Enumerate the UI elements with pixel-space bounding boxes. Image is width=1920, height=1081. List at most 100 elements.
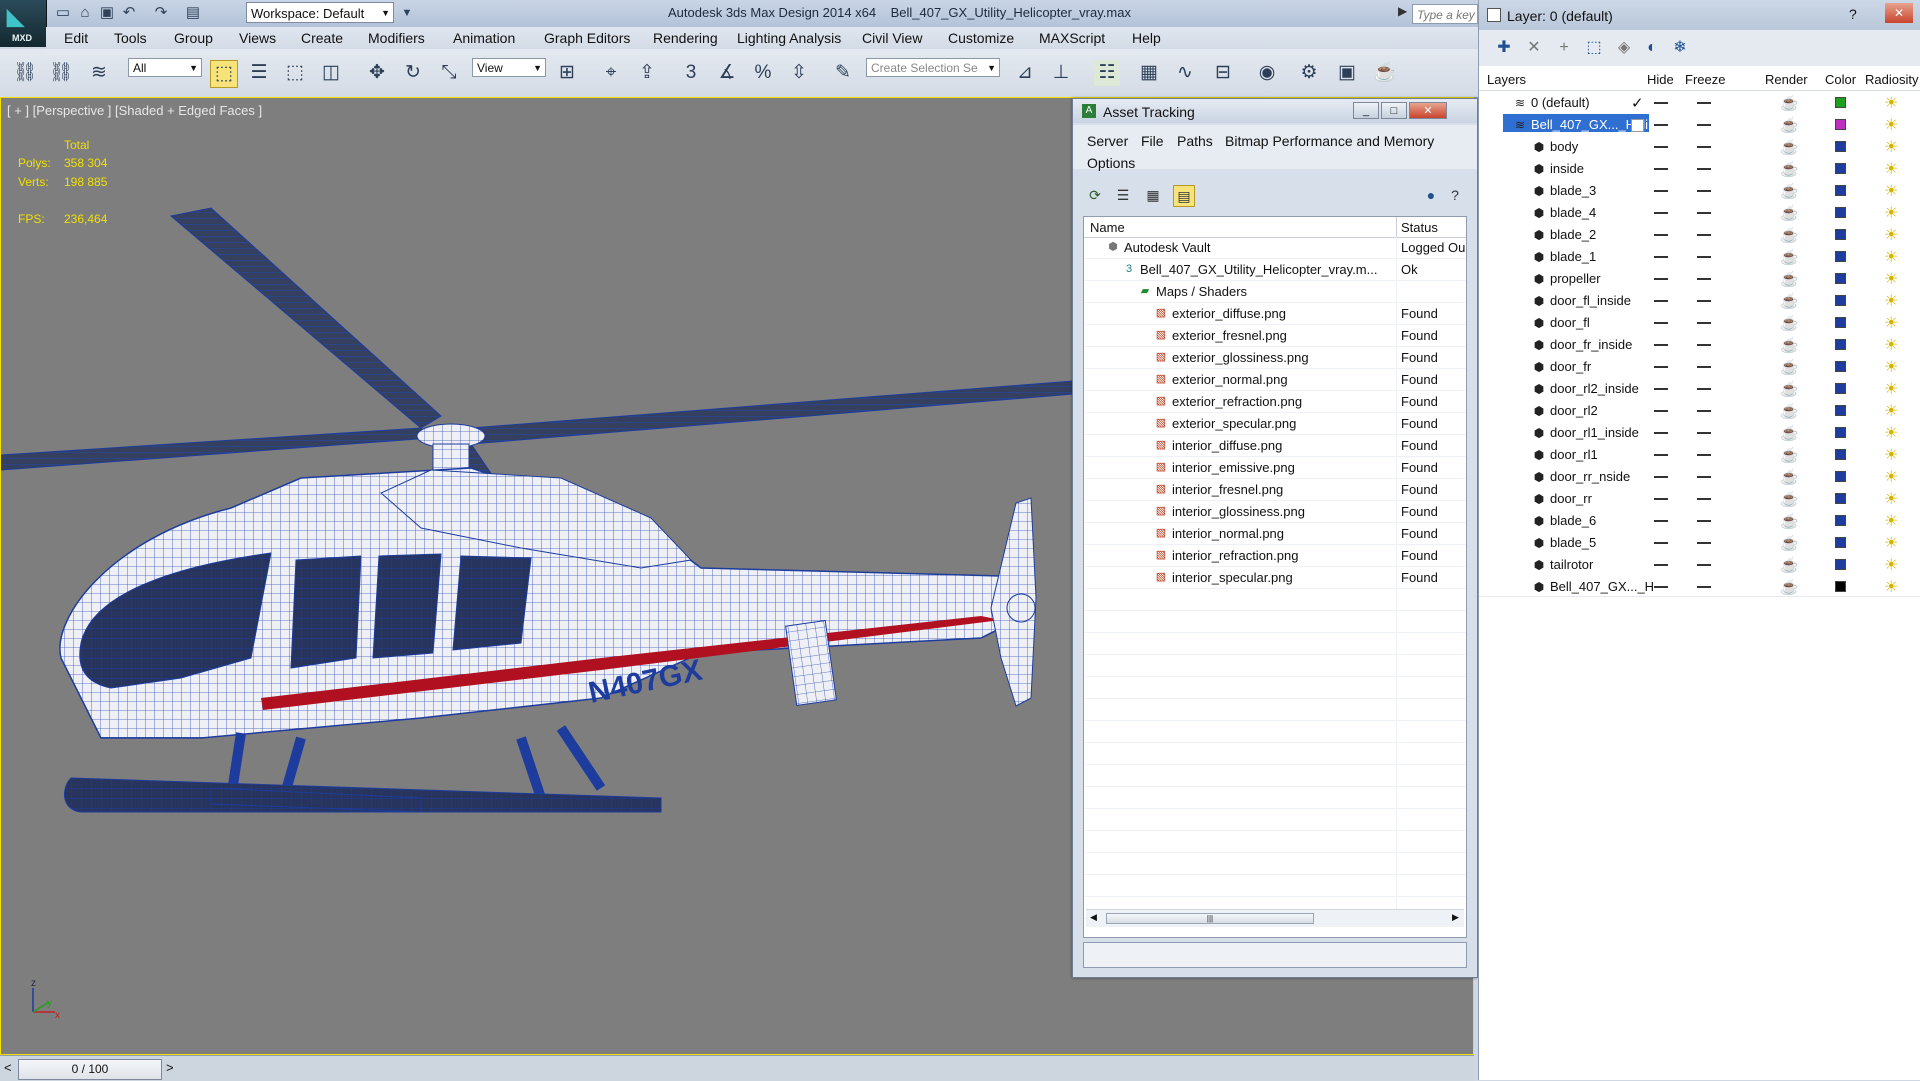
table-view-icon[interactable]: ▤: [1173, 185, 1195, 207]
select-manipulate-icon[interactable]: ⌖: [598, 60, 624, 86]
layer-row[interactable]: ≋ Bell_407_GX..._Heli ☕ ☀: [1479, 114, 1920, 136]
layer-object-row[interactable]: ⬢ door_fr ☕ ☀: [1479, 356, 1920, 378]
layer-object-row[interactable]: ⬢ blade_4 ☕ ☀: [1479, 202, 1920, 224]
highlight-layer-icon[interactable]: ◈: [1613, 38, 1635, 58]
bind-to-space-warp-icon[interactable]: ≋: [86, 60, 112, 86]
color-swatch[interactable]: [1835, 251, 1846, 262]
color-swatch[interactable]: [1835, 185, 1846, 196]
radiosity-icon[interactable]: ☀: [1884, 203, 1898, 223]
radiosity-icon[interactable]: ☀: [1884, 555, 1898, 575]
render-teapot-icon[interactable]: ☕: [1780, 226, 1799, 244]
render-teapot-icon[interactable]: ☕: [1780, 468, 1799, 486]
layer-object-row[interactable]: ⬢ inside ☕ ☀: [1479, 158, 1920, 180]
layer-object-row[interactable]: ⬢ propeller ☕ ☀: [1479, 268, 1920, 290]
redo-icon[interactable]: ↷: [152, 4, 170, 22]
color-swatch[interactable]: [1835, 361, 1846, 372]
search-input[interactable]: Type a key: [1412, 4, 1478, 24]
asset-menu-server[interactable]: Server: [1087, 133, 1128, 149]
freeze-toggle[interactable]: [1697, 586, 1711, 588]
graphite-modeling-tools-icon[interactable]: ▦: [1136, 60, 1162, 86]
column-freeze-header[interactable]: Freeze: [1685, 72, 1725, 87]
layer-object-row[interactable]: ⬢ door_fl_inside ☕ ☀: [1479, 290, 1920, 312]
hide-toggle[interactable]: [1654, 278, 1668, 280]
freeze-toggle[interactable]: [1697, 498, 1711, 500]
color-swatch[interactable]: [1835, 581, 1846, 592]
freeze-toggle[interactable]: [1697, 212, 1711, 214]
render-teapot-icon[interactable]: ☕: [1780, 94, 1799, 112]
asset-row[interactable]: ▧ interior_normal.png Found: [1084, 523, 1466, 545]
radiosity-icon[interactable]: ☀: [1884, 291, 1898, 311]
radiosity-icon[interactable]: ☀: [1884, 269, 1898, 289]
hide-toggle[interactable]: [1654, 542, 1668, 544]
freeze-toggle[interactable]: [1697, 256, 1711, 258]
color-swatch[interactable]: [1835, 339, 1846, 350]
asset-row[interactable]: ▧ interior_fresnel.png Found: [1084, 479, 1466, 501]
layer-object-row[interactable]: ⬢ blade_5 ☕ ☀: [1479, 532, 1920, 554]
active-layer-check-icon[interactable]: ✓: [1631, 94, 1644, 112]
freeze-toggle[interactable]: [1697, 234, 1711, 236]
render-teapot-icon[interactable]: ☕: [1780, 138, 1799, 156]
help-icon[interactable]: ?: [1849, 6, 1857, 22]
radiosity-icon[interactable]: ☀: [1884, 335, 1898, 355]
color-swatch[interactable]: [1835, 273, 1846, 284]
layer-panel-titlebar[interactable]: Layer: 0 (default) ? ✕: [1479, 0, 1920, 30]
layer-row[interactable]: ≋ 0 (default) ✓ ☕ ☀: [1479, 92, 1920, 114]
angle-snap-icon[interactable]: ∡: [714, 60, 740, 86]
edit-named-selection-icon[interactable]: ✎: [830, 60, 856, 86]
menu-animation[interactable]: Animation: [453, 30, 515, 46]
menu-views[interactable]: Views: [239, 30, 276, 46]
column-radiosity-header[interactable]: Radiosity: [1865, 72, 1918, 87]
delete-layer-icon[interactable]: ✕: [1523, 38, 1545, 58]
pivot-center-icon[interactable]: ⊞: [554, 60, 580, 86]
align-icon[interactable]: ⊥: [1048, 60, 1074, 86]
project-folder-icon[interactable]: ▤: [184, 4, 202, 22]
layer-object-row[interactable]: ⬢ door_rr_nside ☕ ☀: [1479, 466, 1920, 488]
render-teapot-icon[interactable]: ☕: [1780, 402, 1799, 420]
asset-row[interactable]: ▧ exterior_fresnel.png Found: [1084, 325, 1466, 347]
hide-toggle[interactable]: [1654, 102, 1668, 104]
color-swatch[interactable]: [1835, 559, 1846, 570]
hide-toggle[interactable]: [1654, 168, 1668, 170]
selection-filter-dropdown[interactable]: All ▼: [128, 58, 202, 77]
hide-toggle[interactable]: [1654, 234, 1668, 236]
panel-menu-icon[interactable]: [1487, 8, 1501, 22]
layer-object-row[interactable]: ⬢ blade_2 ☕ ☀: [1479, 224, 1920, 246]
freeze-toggle[interactable]: [1697, 190, 1711, 192]
render-teapot-icon[interactable]: ☕: [1780, 424, 1799, 442]
freeze-toggle[interactable]: [1697, 476, 1711, 478]
asset-row[interactable]: ▧ interior_specular.png Found: [1084, 567, 1466, 589]
layer-object-row[interactable]: ⬢ blade_1 ☕ ☀: [1479, 246, 1920, 268]
rendered-frame-window-icon[interactable]: ▣: [1334, 60, 1360, 86]
snap-toggle-icon[interactable]: 3: [678, 60, 704, 86]
hide-all-layers-icon[interactable]: ◐: [1641, 38, 1663, 58]
hide-toggle[interactable]: [1654, 520, 1668, 522]
layer-object-row[interactable]: ⬢ Bell_407_GX..._H ☕ ☀: [1479, 576, 1920, 598]
freeze-toggle[interactable]: [1697, 564, 1711, 566]
app-menu-button[interactable]: ◣ MXD: [0, 0, 47, 47]
schematic-view-icon[interactable]: ⊟: [1210, 60, 1236, 86]
freeze-toggle[interactable]: [1697, 168, 1711, 170]
radiosity-icon[interactable]: ☀: [1884, 93, 1898, 113]
color-swatch[interactable]: [1835, 163, 1846, 174]
select-in-layer-icon[interactable]: ⬚: [1583, 38, 1605, 58]
radiosity-icon[interactable]: ☀: [1884, 247, 1898, 267]
render-teapot-icon[interactable]: ☕: [1780, 182, 1799, 200]
column-status-header[interactable]: Status: [1401, 220, 1438, 235]
freeze-toggle[interactable]: [1697, 432, 1711, 434]
render-teapot-icon[interactable]: ☕: [1780, 534, 1799, 552]
select-and-scale-icon[interactable]: ⤡: [436, 60, 462, 86]
menu-edit[interactable]: Edit: [64, 30, 88, 46]
hide-toggle[interactable]: [1654, 454, 1668, 456]
named-selection-set-dropdown[interactable]: Create Selection Se ▼: [866, 58, 1000, 77]
add-to-layer-icon[interactable]: +: [1553, 38, 1575, 58]
render-teapot-icon[interactable]: ☕: [1780, 512, 1799, 530]
asset-row[interactable]: ▧ exterior_diffuse.png Found: [1084, 303, 1466, 325]
layer-object-row[interactable]: ⬢ blade_6 ☕ ☀: [1479, 510, 1920, 532]
hide-toggle[interactable]: [1654, 124, 1668, 126]
next-frame-button[interactable]: >: [166, 1060, 174, 1075]
radiosity-icon[interactable]: ☀: [1884, 533, 1898, 553]
new-file-icon[interactable]: ▭: [54, 4, 72, 22]
render-teapot-icon[interactable]: ☕: [1780, 248, 1799, 266]
asset-row[interactable]: ▧ interior_diffuse.png Found: [1084, 435, 1466, 457]
layer-object-row[interactable]: ⬢ door_fr_inside ☕ ☀: [1479, 334, 1920, 356]
